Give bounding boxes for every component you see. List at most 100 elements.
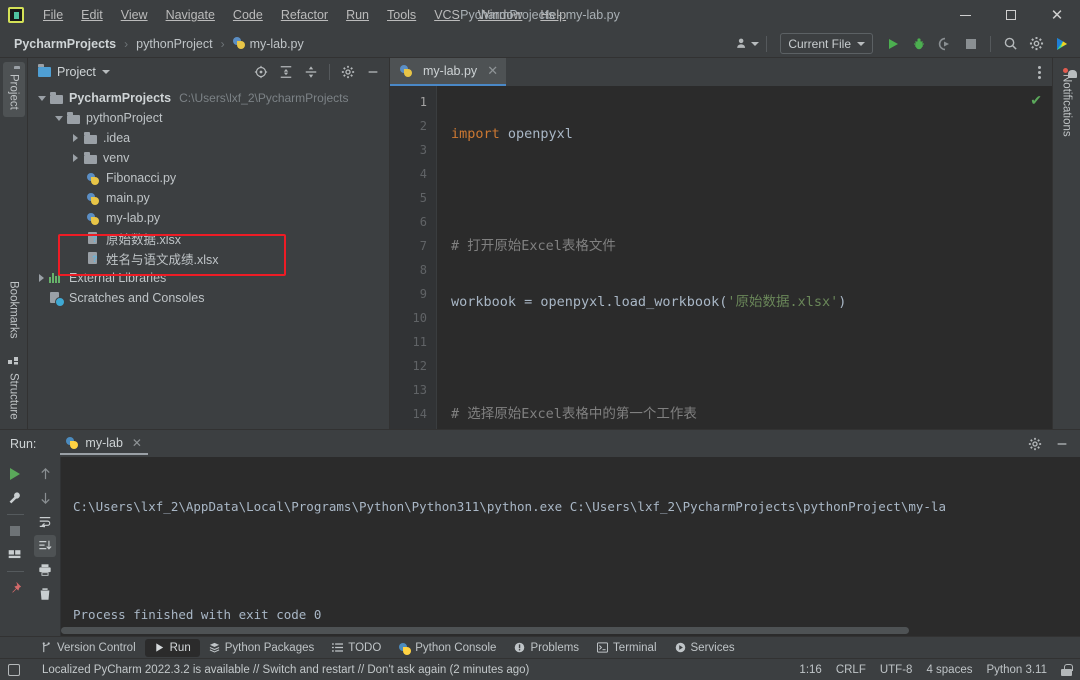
scroll-to-end-button[interactable]: [34, 535, 56, 557]
debug-button[interactable]: [907, 33, 931, 55]
stop-button[interactable]: [4, 520, 26, 542]
toggle-toolwindows-icon[interactable]: [8, 663, 20, 676]
stop-button[interactable]: [959, 33, 983, 55]
project-tree[interactable]: PycharmProjects C:\Users\lxf_2\PycharmPr…: [28, 86, 389, 429]
lock-icon[interactable]: [1061, 663, 1073, 676]
file-encoding[interactable]: UTF-8: [880, 664, 913, 676]
tree-row-external-libraries[interactable]: External Libraries: [28, 268, 389, 288]
sidebar-item-structure-label: Structure: [7, 373, 20, 420]
console-output[interactable]: C:\Users\lxf_2\AppData\Local\Programs\Py…: [60, 457, 1080, 636]
line-number: 5: [419, 191, 427, 205]
tree-row-venv[interactable]: venv: [28, 148, 389, 168]
sidebar-item-bookmarks[interactable]: Bookmarks: [3, 269, 25, 346]
chevron-right-icon[interactable]: [70, 133, 81, 144]
clear-all-button[interactable]: [34, 583, 56, 605]
console-horizontal-scrollbar[interactable]: [61, 627, 1070, 634]
layout-button[interactable]: [4, 544, 26, 566]
caret-position[interactable]: 1:16: [799, 664, 821, 676]
code-text[interactable]: import openpyxl # 打开原始Excel表格文件 workbook…: [436, 86, 1052, 429]
menu-help[interactable]: Help: [531, 5, 575, 25]
bottom-tab-python-console[interactable]: Python Console: [390, 639, 505, 657]
user-avatar-icon[interactable]: [735, 33, 760, 55]
search-everywhere-button[interactable]: [998, 33, 1022, 55]
chevron-down-icon[interactable]: [53, 113, 64, 124]
menu-refactor[interactable]: Refactor: [272, 5, 337, 25]
inspection-status-icon[interactable]: ✔: [1030, 92, 1042, 109]
collapse-all-icon[interactable]: [299, 61, 323, 83]
breadcrumb-file[interactable]: my-lab.py: [231, 34, 306, 53]
bottom-tab-python-packages[interactable]: Python Packages: [200, 639, 324, 657]
run-configuration-selector[interactable]: Current File: [780, 33, 873, 54]
run-with-coverage-button[interactable]: [933, 33, 957, 55]
breadcrumb-project[interactable]: PycharmProjects: [12, 35, 118, 53]
tree-row-my-lab-py[interactable]: my-lab.py: [28, 208, 389, 228]
menu-run[interactable]: Run: [337, 5, 378, 25]
menu-edit[interactable]: Edit: [72, 5, 112, 25]
python-interpreter[interactable]: Python 3.11: [986, 664, 1047, 676]
status-message[interactable]: Localized PyCharm 2022.3.2 is available …: [42, 664, 529, 676]
tab-my-lab-py[interactable]: my-lab.py ✕: [390, 58, 507, 86]
rerun-button[interactable]: [4, 463, 26, 485]
tree-row-pycharmprojects[interactable]: PycharmProjects C:\Users\lxf_2\PycharmPr…: [28, 88, 389, 108]
menu-window[interactable]: Window: [469, 5, 531, 25]
tree-row-idea[interactable]: .idea: [28, 128, 389, 148]
select-opened-file-icon[interactable]: [249, 61, 273, 83]
run-button[interactable]: [881, 33, 905, 55]
sidebar-item-notifications[interactable]: Notifications: [1056, 62, 1078, 144]
breadcrumb-pythonproject[interactable]: pythonProject: [134, 35, 214, 53]
run-tab-my-lab[interactable]: my-lab ✕: [60, 433, 148, 455]
soft-wrap-button[interactable]: [34, 511, 56, 533]
chevron-down-icon[interactable]: [101, 70, 110, 74]
menu-tools[interactable]: Tools: [378, 5, 425, 25]
unknown-file-icon: [86, 251, 101, 266]
code-line: workbook = openpyxl.load_workbook('原始数据.…: [451, 290, 1052, 314]
tree-row-scratches-and-consoles[interactable]: Scratches and Consoles: [28, 288, 389, 308]
hide-panel-icon[interactable]: [361, 61, 385, 83]
menu-vcs[interactable]: VCS: [425, 5, 469, 25]
expand-all-icon[interactable]: [274, 61, 298, 83]
sidebar-item-structure[interactable]: Structure: [3, 347, 25, 427]
run-panel-body: C:\Users\lxf_2\AppData\Local\Programs\Py…: [0, 457, 1080, 636]
tree-row-main-py[interactable]: main.py: [28, 188, 389, 208]
down-arrow-button[interactable]: [34, 487, 56, 509]
more-options-icon[interactable]: [1031, 65, 1048, 79]
settings-gear-icon[interactable]: [1024, 33, 1048, 55]
line-separator[interactable]: CRLF: [836, 664, 866, 676]
minimize-button[interactable]: [942, 0, 988, 30]
hide-panel-icon[interactable]: [1050, 433, 1074, 455]
menu-navigate[interactable]: Navigate: [157, 5, 224, 25]
sidebar-item-project[interactable]: Project: [2, 62, 25, 117]
chevron-right-icon[interactable]: [70, 153, 81, 164]
menu-view[interactable]: View: [112, 5, 157, 25]
tree-row-pythonproject[interactable]: pythonProject: [28, 108, 389, 128]
settings-gear-icon[interactable]: [336, 61, 360, 83]
bottom-tab-version-control[interactable]: Version Control: [32, 639, 145, 657]
line-number: 14: [412, 407, 427, 421]
line-number-gutter: 1 2 3 4 5 6 7 8 9 10 11 12 13 14: [390, 86, 436, 429]
chevron-right-icon[interactable]: [36, 273, 47, 284]
bottom-tab-problems[interactable]: Problems: [505, 639, 588, 657]
bottom-tab-terminal[interactable]: Terminal: [588, 639, 665, 657]
maximize-button[interactable]: [988, 0, 1034, 30]
pin-tab-button[interactable]: [4, 577, 26, 599]
settings-gear-icon[interactable]: [1023, 433, 1047, 455]
bottom-tab-todo[interactable]: TODO: [323, 639, 390, 657]
indent-setting[interactable]: 4 spaces: [926, 664, 972, 676]
tab-label: my-lab.py: [423, 64, 478, 78]
print-button[interactable]: [34, 559, 56, 581]
ai-assistant-icon[interactable]: [1050, 33, 1074, 55]
close-button[interactable]: ✕: [1034, 0, 1080, 30]
tree-row-fibonacci-py[interactable]: Fibonacci.py: [28, 168, 389, 188]
close-icon[interactable]: ✕: [487, 63, 498, 79]
bottom-tab-run[interactable]: Run: [144, 638, 200, 657]
bottom-tab-services[interactable]: Services: [666, 639, 744, 657]
editor-viewport[interactable]: 1 2 3 4 5 6 7 8 9 10 11 12 13 14 import …: [390, 86, 1052, 429]
tree-row-xingming-yuwen-xlsx[interactable]: 姓名与语文成绩.xlsx: [28, 248, 389, 268]
edit-configurations-button[interactable]: [4, 487, 26, 509]
menu-code[interactable]: Code: [224, 5, 272, 25]
tree-row-yuanshi-shuju-xlsx[interactable]: 原始数据.xlsx: [28, 228, 389, 248]
menu-file[interactable]: File: [34, 5, 72, 25]
chevron-down-icon[interactable]: [36, 93, 47, 104]
up-arrow-button[interactable]: [34, 463, 56, 485]
close-icon[interactable]: ✕: [132, 436, 142, 450]
